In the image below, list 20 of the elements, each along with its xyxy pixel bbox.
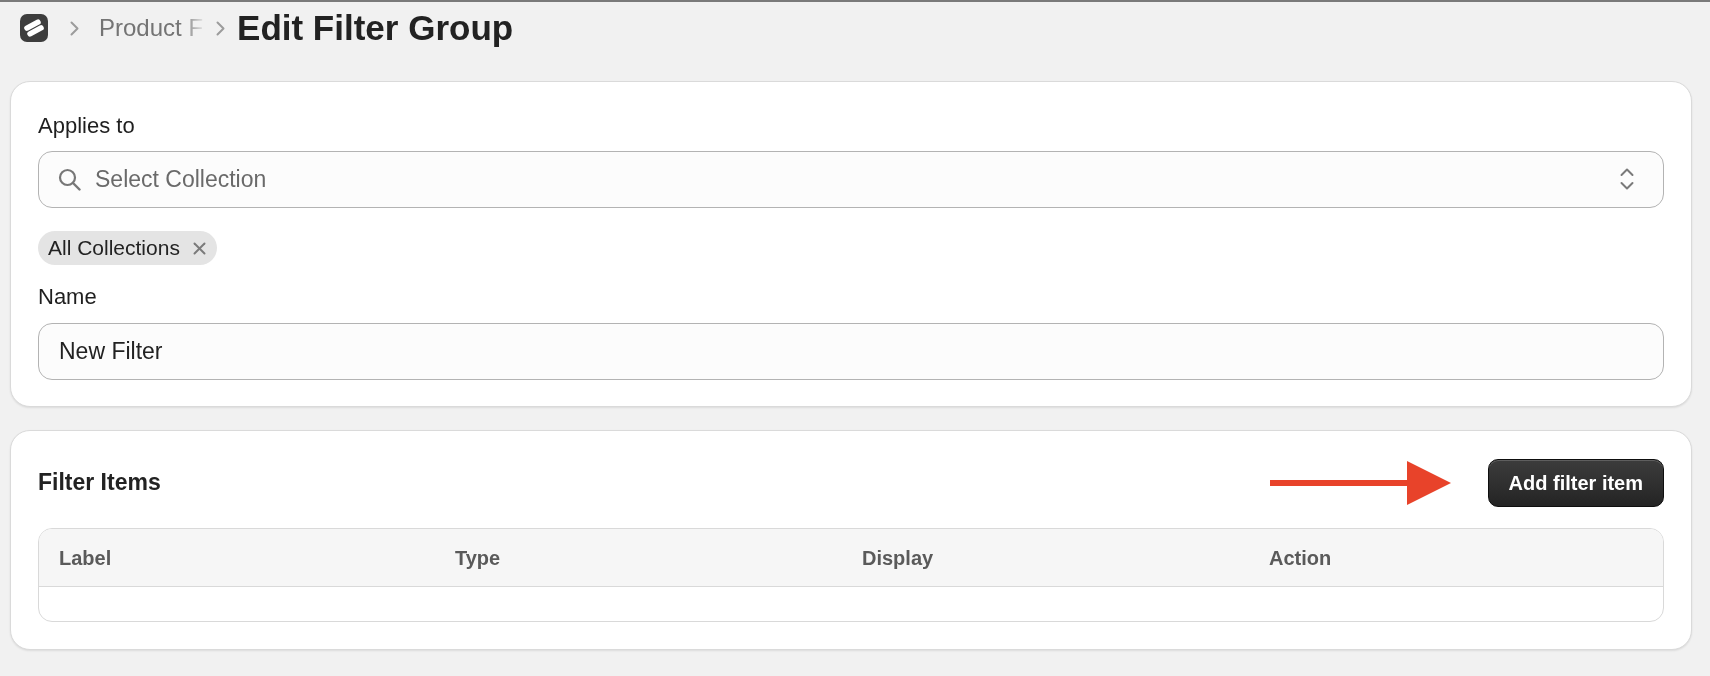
chevron-icon — [70, 20, 79, 36]
field-label: Name — [38, 284, 97, 310]
remove-icon[interactable] — [192, 241, 206, 255]
tag-text: All Collections — [48, 235, 180, 262]
column-header: Action — [1269, 546, 1332, 569]
column-header: Type — [455, 546, 501, 569]
column-header: Label — [59, 546, 112, 569]
name-input[interactable]: New Filter — [38, 323, 1664, 380]
chevron-icon — [216, 20, 226, 36]
field-label: Applies to — [38, 113, 135, 139]
breadcrumb-link[interactable]: Product F — [99, 10, 204, 46]
up-down-chevron-icon — [1620, 168, 1634, 190]
add-filter-item-button[interactable]: Add filter item — [1487, 459, 1664, 507]
page-title: Edit Filter Group — [237, 8, 514, 48]
search-icon — [58, 168, 81, 191]
column-header: Display — [862, 546, 934, 569]
section-title: Filter Items — [38, 469, 161, 497]
arrow-icon — [1269, 461, 1451, 505]
collection-select[interactable]: Select Collection — [38, 151, 1664, 208]
logo-icon[interactable] — [20, 14, 48, 42]
